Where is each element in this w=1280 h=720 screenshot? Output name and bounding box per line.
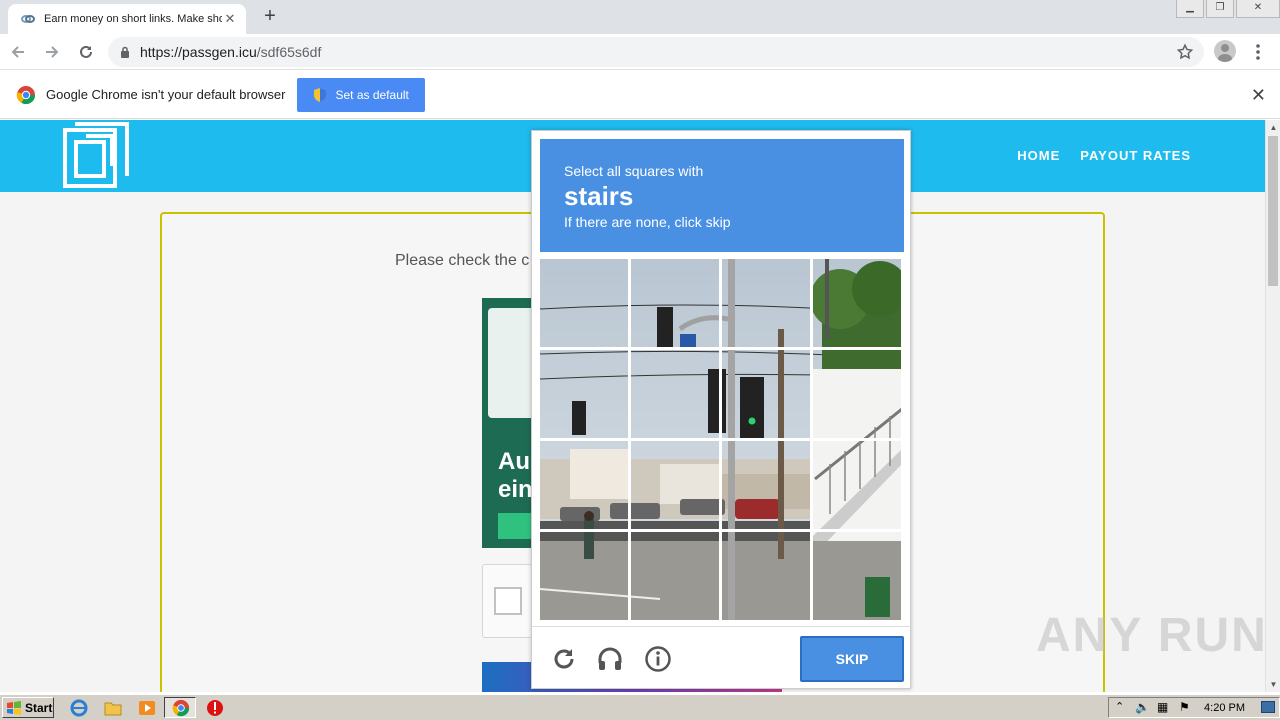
nav-home-link[interactable]: HOME	[1017, 148, 1060, 163]
chrome-logo-icon	[16, 85, 35, 104]
arrow-left-icon	[11, 45, 24, 58]
image-tile[interactable]	[540, 350, 628, 438]
scroll-up-arrow-icon[interactable]: ▲	[1266, 120, 1280, 135]
image-tile[interactable]	[631, 350, 719, 438]
url-path: /sdf65s6df	[256, 44, 322, 60]
image-tile[interactable]	[722, 350, 810, 438]
start-button[interactable]: Start	[2, 697, 54, 718]
volume-icon[interactable]: 🔈	[1135, 700, 1150, 714]
page-scrollbar[interactable]: ▲ ▼	[1265, 120, 1280, 692]
ad-line-1: Au	[498, 448, 530, 475]
url-host: https://passgen.icu	[140, 44, 257, 60]
windows-taskbar: Start ⌃ 🔈 ▦ ⚑ 4:20 PM	[0, 694, 1280, 720]
challenge-subtext: If there are none, click skip	[564, 214, 731, 230]
profile-avatar-icon[interactable]	[1214, 40, 1236, 62]
set-as-default-label: Set as default	[335, 87, 409, 102]
scroll-down-arrow-icon[interactable]: ▼	[1266, 677, 1280, 692]
image-tile[interactable]	[813, 259, 901, 347]
image-tile[interactable]	[722, 532, 810, 620]
tray-expand-icon[interactable]: ⌃	[1115, 700, 1124, 713]
internet-explorer-icon[interactable]	[70, 699, 88, 717]
scroll-thumb[interactable]	[1268, 136, 1278, 286]
skip-button[interactable]: SKIP	[800, 636, 904, 682]
site-logo-icon[interactable]	[62, 122, 130, 188]
challenge-footer: SKIP	[532, 626, 912, 690]
bookmark-star-icon[interactable]	[1176, 43, 1194, 61]
advertisement-banner[interactable]: Au ein	[482, 298, 534, 548]
tab-strip: Earn money on short links. Make short li…	[0, 0, 1280, 34]
reload-icon[interactable]	[550, 645, 578, 673]
info-icon[interactable]	[644, 645, 672, 673]
network-icon[interactable]: ▦	[1157, 700, 1168, 714]
check-hint-text: Please check the c	[395, 252, 530, 269]
stop-icon[interactable]	[206, 699, 224, 717]
audio-icon[interactable]	[596, 645, 624, 673]
challenge-target: stairs	[564, 181, 634, 211]
ad-line-2: ein	[498, 476, 533, 503]
url-text: https://passgen.icu/sdf65s6df	[140, 44, 321, 60]
image-tile[interactable]	[813, 441, 901, 529]
image-tile[interactable]	[631, 259, 719, 347]
anyrun-watermark: ANY RUN	[1036, 609, 1268, 662]
image-tile[interactable]	[813, 532, 901, 620]
window-controls: ▁ ❐ ✕	[1174, 0, 1280, 18]
nav-payout-rates-link[interactable]: PAYOUT RATES	[1080, 148, 1191, 163]
uac-shield-icon	[314, 87, 327, 102]
media-player-icon[interactable]	[138, 699, 156, 717]
recaptcha-anchor	[482, 564, 534, 638]
recaptcha-checkbox[interactable]	[494, 587, 522, 615]
browser-tab[interactable]: Earn money on short links. Make short li…	[8, 4, 246, 34]
chrome-taskbar-button[interactable]	[164, 697, 196, 718]
infobar-close-icon[interactable]: ✕	[1251, 85, 1266, 106]
image-grid	[540, 259, 902, 621]
lock-icon	[121, 46, 129, 58]
browser-toolbar: https://passgen.icu/sdf65s6df	[0, 34, 1280, 70]
default-browser-infobar: Google Chrome isn't your default browser…	[0, 71, 1280, 119]
close-window-icon[interactable]: ✕	[1236, 0, 1280, 18]
menu-dots-icon[interactable]	[1250, 42, 1266, 62]
show-desktop-icon[interactable]	[1261, 701, 1275, 713]
ad-headline: Au ein	[498, 448, 533, 504]
start-label: Start	[25, 700, 53, 715]
image-tile[interactable]	[722, 259, 810, 347]
back-button[interactable]	[2, 36, 34, 68]
reload-button[interactable]	[70, 36, 102, 68]
taskbar-clock[interactable]: 4:20 PM	[1204, 702, 1245, 714]
image-tile[interactable]	[540, 441, 628, 529]
forward-button[interactable]	[36, 36, 68, 68]
image-tile[interactable]	[722, 441, 810, 529]
windows-flag-icon	[7, 700, 21, 715]
image-tile[interactable]	[631, 532, 719, 620]
chrome-taskbar-icon	[172, 699, 190, 717]
image-tile[interactable]	[540, 259, 628, 347]
restore-icon[interactable]: ❐	[1206, 0, 1234, 18]
action-center-flag-icon[interactable]: ⚑	[1179, 700, 1190, 714]
arrow-right-icon	[46, 45, 59, 58]
reload-page-icon	[80, 45, 92, 58]
tab-close-icon[interactable]: ✕	[222, 11, 238, 27]
challenge-header: Select all squares with stairs If there …	[540, 139, 904, 252]
challenge-instruction: Select all squares with	[564, 163, 704, 179]
image-tile[interactable]	[813, 350, 901, 438]
site-nav: HOME PAYOUT RATES	[1017, 148, 1191, 163]
ad-cta-button[interactable]	[498, 513, 534, 539]
minimize-icon[interactable]: ▁	[1176, 0, 1204, 18]
tab-title: Earn money on short links. Make short li…	[44, 13, 222, 25]
new-tab-button[interactable]: +	[258, 5, 282, 29]
image-tile[interactable]	[540, 532, 628, 620]
image-tile[interactable]	[631, 441, 719, 529]
link-favicon-icon	[21, 15, 35, 23]
recaptcha-challenge: Select all squares with stairs If there …	[531, 130, 912, 690]
set-as-default-button[interactable]: Set as default	[297, 77, 425, 112]
system-tray: ⌃ 🔈 ▦ ⚑ 4:20 PM	[1108, 697, 1280, 718]
file-explorer-icon[interactable]	[104, 699, 122, 717]
infobar-message: Google Chrome isn't your default browser	[46, 87, 286, 102]
address-bar[interactable]: https://passgen.icu/sdf65s6df	[108, 37, 1204, 67]
ad-screenshot	[488, 308, 534, 418]
